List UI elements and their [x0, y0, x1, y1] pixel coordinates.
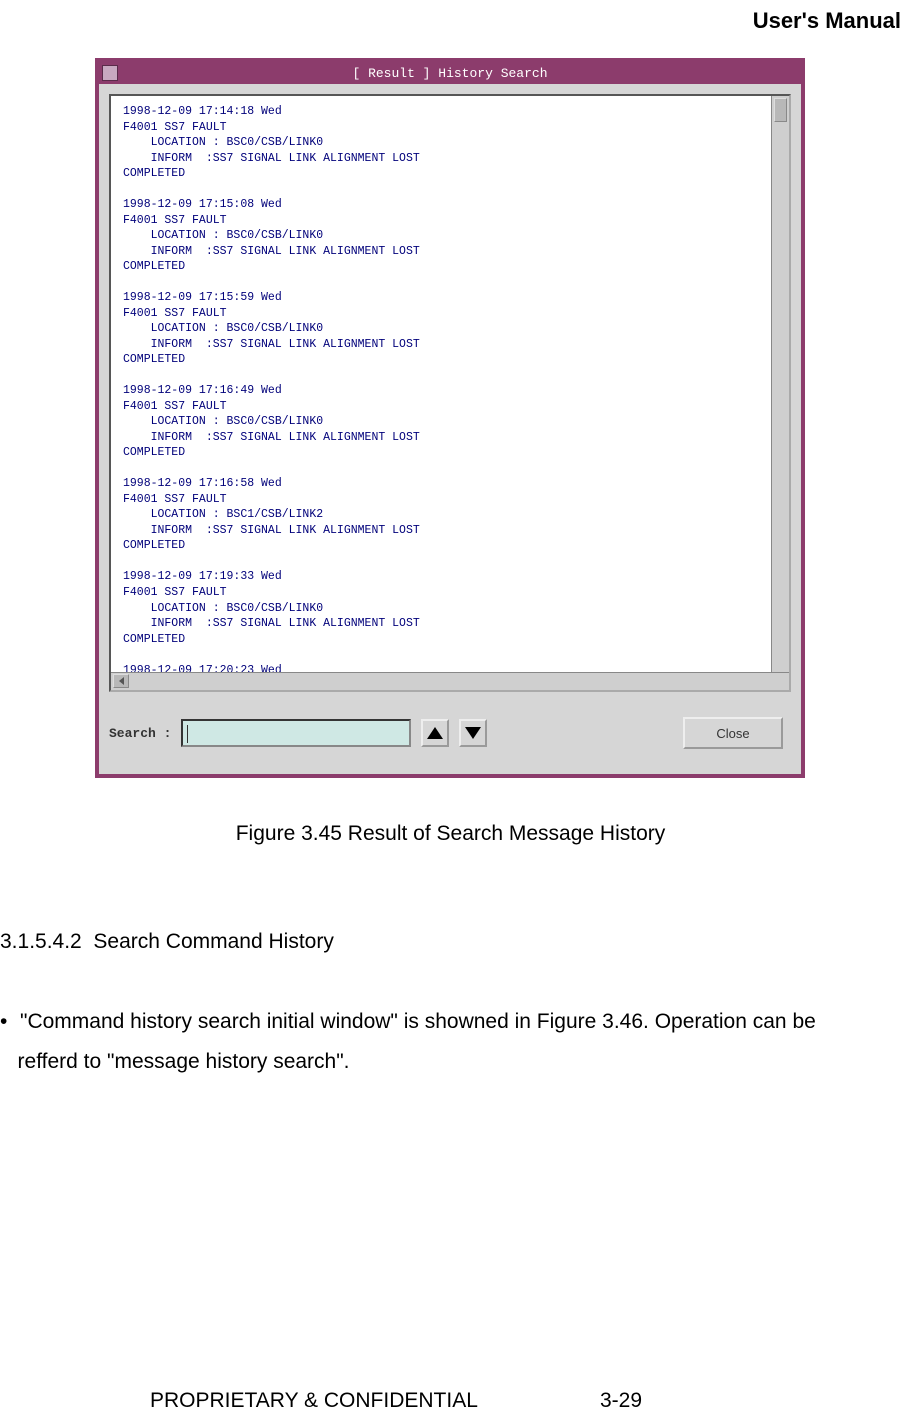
log-text-pane[interactable]: 1998-12-09 17:14:18 Wed F4001 SS7 FAULT … [111, 96, 771, 672]
horizontal-scrollbar[interactable] [111, 672, 789, 690]
body-line-2: refferd to "message history search". [18, 1050, 350, 1073]
triangle-down-icon [465, 727, 481, 739]
body-line-1: "Command history search initial window" … [20, 1010, 816, 1033]
window-menu-icon[interactable] [102, 65, 118, 81]
footer-confidential: PROPRIETARY & CONFIDENTIAL [150, 1389, 478, 1413]
footer-page-number: 3-29 [600, 1389, 642, 1413]
body-paragraph: •"Command history search initial window"… [0, 1002, 900, 1082]
vertical-scrollbar[interactable] [771, 96, 789, 672]
result-history-window: [ Result ] History Search 1998-12-09 17:… [95, 58, 805, 778]
search-prev-button[interactable] [421, 719, 449, 747]
scrollbar-thumb[interactable] [774, 98, 787, 122]
search-input[interactable] [181, 719, 411, 747]
triangle-up-icon [427, 727, 443, 739]
bullet-icon: • [0, 1002, 20, 1042]
section-title: Search Command History [93, 930, 333, 953]
section-number: 3.1.5.4.2 [0, 930, 82, 953]
search-panel: Search : Close [109, 702, 791, 764]
window-title-text: [ Result ] History Search [352, 66, 547, 81]
scroll-left-icon[interactable] [113, 674, 129, 688]
search-label: Search : [109, 726, 171, 741]
section-heading: 3.1.5.4.2 Search Command History [0, 930, 334, 954]
window-titlebar: [ Result ] History Search [99, 62, 801, 84]
page-header-title: User's Manual [753, 8, 901, 34]
figure-caption: Figure 3.45 Result of Search Message His… [0, 822, 901, 846]
log-content-area: 1998-12-09 17:14:18 Wed F4001 SS7 FAULT … [109, 94, 791, 692]
close-button[interactable]: Close [683, 717, 783, 749]
search-next-button[interactable] [459, 719, 487, 747]
